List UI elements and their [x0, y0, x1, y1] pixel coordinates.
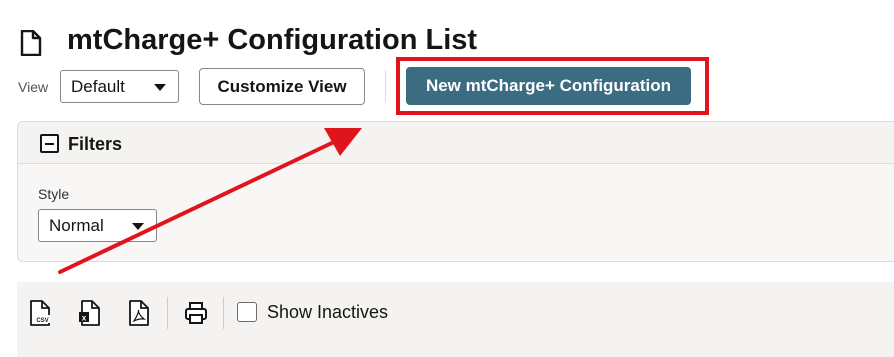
- divider: [223, 297, 224, 329]
- divider: [167, 297, 168, 329]
- filters-header[interactable]: Filters: [18, 122, 894, 164]
- caret-down-icon: [154, 84, 166, 91]
- style-select-value: Normal: [49, 216, 104, 235]
- view-label: View: [18, 79, 49, 95]
- show-inactives-checkbox[interactable]: [237, 302, 257, 322]
- excel-export-icon[interactable]: x: [78, 300, 100, 326]
- document-icon: [20, 30, 42, 56]
- new-configuration-button[interactable]: New mtCharge+ Configuration: [406, 67, 691, 105]
- collapse-icon[interactable]: [40, 134, 59, 153]
- print-icon[interactable]: [184, 300, 208, 326]
- filters-panel: Filters Style Normal: [17, 121, 894, 262]
- svg-text:x: x: [82, 314, 87, 323]
- show-inactives-label[interactable]: Show Inactives: [267, 301, 388, 323]
- customize-view-button[interactable]: Customize View: [199, 68, 365, 105]
- svg-text:CSV: CSV: [36, 318, 48, 324]
- pdf-export-icon[interactable]: [128, 300, 150, 326]
- style-label: Style: [38, 186, 70, 202]
- csv-export-icon[interactable]: CSV: [29, 300, 51, 326]
- list-toolbar: CSV x Show Inactives: [17, 282, 894, 357]
- filters-title: Filters: [68, 134, 123, 154]
- style-select[interactable]: Normal: [38, 209, 157, 242]
- caret-down-icon: [132, 223, 144, 230]
- divider: [385, 70, 386, 102]
- view-select[interactable]: Default: [60, 70, 179, 103]
- view-select-value: Default: [71, 77, 125, 96]
- page-title: mtCharge+ Configuration List: [67, 24, 478, 56]
